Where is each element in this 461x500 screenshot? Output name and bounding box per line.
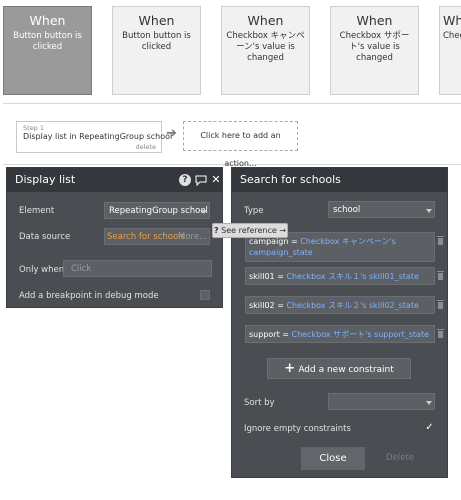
breakpoint-label: Add a breakpoint in debug mode [19,291,159,301]
onlywhen-label: Only when [19,265,65,275]
constraint-row[interactable]: skill02 = Checkbox スキル２'s skill02_state [245,296,435,314]
event-subtitle: Checkbox サポート's value is changed [339,31,410,63]
panel-title: Display list [15,173,76,186]
workflow-step-card[interactable]: Step 1 Display list in RepeatingGroup sc… [16,121,172,153]
constraint-text: campaign = Checkbox キャンペーン's campaign_st… [249,236,429,258]
close-icon[interactable]: ✕ [210,174,222,186]
element-value: RepeatingGroup school [109,206,208,216]
breakpoint-checkbox[interactable] [200,290,210,300]
event-subtitle: Button button is clicked [13,31,82,52]
plus-icon: + [284,361,296,376]
trash-icon[interactable] [437,236,444,245]
type-label: Type [244,206,264,216]
panel-header: Search for schools [232,168,447,192]
ignore-empty-label: Ignore empty constraints [244,424,351,434]
trash-icon[interactable] [437,329,444,338]
type-select[interactable]: school [328,201,435,218]
step-label: Step 1 [23,124,45,132]
event-title: When [443,13,461,28]
step-text: Display list in RepeatingGroup school [23,132,173,141]
event-subtitle: Checkbox キャンペーン's value is changed [226,31,305,63]
event-subtitle: Button button is clicked [122,31,191,52]
constraint-value[interactable]: Checkbox スキル２'s skill02_state [286,301,418,310]
constraint-value[interactable]: Checkbox サポート's support_state [292,330,430,339]
step-delete-link[interactable]: delete [136,143,156,151]
event-title: When [29,13,66,28]
see-reference-tooltip[interactable]: ? See reference → [212,223,288,238]
panel-title: Search for schools [240,173,341,186]
add-action-button[interactable]: Click here to add an action... [183,121,298,168]
datasource-field[interactable]: Search for schools More... [104,228,210,245]
event-card-3[interactable]: When Checkbox キャンペーン's value is changed [221,6,310,95]
type-value: school [333,205,361,215]
constraint-row[interactable]: skill01 = Checkbox スキル１'s skill01_state [245,267,435,285]
constraint-key: campaign = [249,237,298,246]
onlywhen-input[interactable]: Click [63,260,212,277]
sortby-select[interactable] [328,393,435,410]
datasource-expression[interactable]: Search for schools [107,232,185,242]
arrow-right-icon: ➔ [166,126,177,141]
datasource-label: Data source [19,232,71,242]
chevron-down-icon [426,209,432,213]
ignore-empty-checkbox[interactable]: ✓ [424,422,435,433]
panel-header: Display list ? ✕ [7,168,222,192]
constraint-text: skill01 = Checkbox スキル１'s skill01_state [249,271,419,282]
event-subtitle: Checke [443,31,461,41]
help-icon[interactable]: ? [179,174,191,186]
element-select[interactable]: RepeatingGroup school [104,202,210,219]
constraint-key: support = [249,330,289,339]
sortby-label: Sort by [244,398,275,408]
constraint-key: skill01 = [249,272,284,281]
delete-button[interactable]: Delete [372,447,428,470]
comment-icon[interactable] [195,174,207,187]
event-card-4[interactable]: When Checkbox サポート's value is changed [330,6,419,95]
chevron-down-icon [426,401,432,405]
event-card-2[interactable]: When Button button is clicked [112,6,201,95]
trash-icon[interactable] [437,300,444,309]
datasource-more[interactable]: More... [178,232,207,242]
tooltip-text: See reference → [221,226,287,235]
help-icon: ? [213,226,219,235]
event-card-1[interactable]: When Button button is clicked [3,6,92,95]
constraint-text: skill02 = Checkbox スキル２'s skill02_state [249,300,419,311]
constraint-text: support = Checkbox サポート's support_state [249,329,429,340]
trash-icon[interactable] [437,271,444,280]
element-label: Element [19,206,55,216]
event-card-5[interactable]: When Checke [439,6,461,95]
onlywhen-placeholder: Click [71,264,92,274]
close-button[interactable]: Close [301,447,365,470]
constraint-row[interactable]: support = Checkbox サポート's support_state [245,325,435,343]
event-title: When [247,13,284,28]
event-title: When [138,13,175,28]
constraint-value[interactable]: Checkbox スキル１'s skill01_state [286,272,418,281]
add-constraint-button[interactable]: + Add a new constraint [267,358,411,379]
constraint-key: skill02 = [249,301,284,310]
chevron-down-icon [201,210,207,214]
add-constraint-label: Add a new constraint [298,365,394,375]
event-title: When [356,13,393,28]
